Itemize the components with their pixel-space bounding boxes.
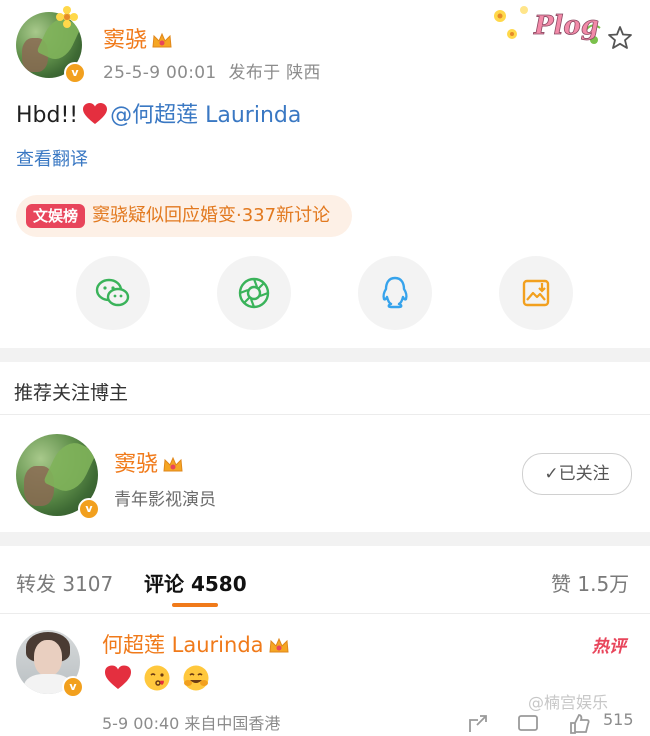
- poster-name[interactable]: 窦骁: [103, 22, 173, 54]
- recommend-name[interactable]: 窦骁: [114, 446, 184, 478]
- flower-decoration-icon: [56, 6, 78, 28]
- post-location: 发布于 陕西: [228, 63, 321, 83]
- recommend-title: 推荐关注博主: [14, 382, 129, 404]
- recommend-description: 青年影视演员: [114, 490, 216, 510]
- crown-badge-icon: [152, 32, 172, 48]
- hot-comment-label: 热评: [592, 637, 626, 657]
- tab-like[interactable]: 赞 1.5万: [551, 568, 629, 597]
- crown-badge-icon: [163, 456, 183, 472]
- plog-sticker-icon: Plog: [494, 6, 601, 44]
- plog-decoration: Plog: [486, 0, 606, 50]
- hugging-face-icon: [183, 665, 209, 691]
- hot-topic-tag: 文娱榜: [26, 204, 86, 228]
- mention-link[interactable]: @何超莲 Laurinda: [110, 103, 301, 128]
- red-heart-icon: [83, 103, 108, 124]
- commenter-name[interactable]: 何超莲 Laurinda: [102, 629, 290, 659]
- section-gap: [0, 532, 650, 546]
- wechat-icon: [95, 278, 130, 307]
- moments-icon: [238, 277, 270, 309]
- save-image-button[interactable]: [499, 256, 573, 330]
- qq-icon: [382, 276, 408, 309]
- save-image-icon: [522, 279, 550, 307]
- verified-badge-icon: v: [78, 498, 100, 520]
- kissing-face-icon: [144, 665, 170, 691]
- crown-badge-icon: [268, 637, 289, 653]
- like-icon[interactable]: [568, 712, 592, 736]
- share-wechat-button[interactable]: [76, 256, 150, 330]
- hot-topic-pill[interactable]: 文娱榜 窦骁疑似回应婚变·337新讨论: [16, 195, 352, 237]
- share-moments-button[interactable]: [217, 256, 291, 330]
- divider: [0, 414, 650, 415]
- translate-link[interactable]: 查看翻译: [16, 145, 88, 171]
- comment-meta: 5-9 00:40 来自中国香港: [102, 714, 281, 733]
- active-tab-indicator: [172, 603, 218, 607]
- verified-badge-icon: v: [64, 62, 86, 84]
- comment-emojis: [104, 664, 216, 694]
- svg-text:Plog: Plog: [533, 11, 599, 41]
- tab-comment[interactable]: 评论 4580: [144, 568, 247, 597]
- comment-like-count: 515: [603, 710, 634, 729]
- comment-icon[interactable]: [516, 712, 540, 736]
- favorite-star-icon[interactable]: [606, 24, 634, 52]
- divider: [0, 613, 650, 614]
- section-gap: [0, 348, 650, 362]
- verified-badge-icon: v: [62, 676, 84, 698]
- red-heart-icon: [105, 665, 131, 689]
- recommend-avatar[interactable]: v: [16, 434, 100, 520]
- followed-button[interactable]: ✓已关注: [522, 453, 632, 495]
- watermark: @楠宫娱乐: [528, 693, 609, 712]
- share-qq-button[interactable]: [358, 256, 432, 330]
- post-time: 25-5-9 00:01: [103, 63, 217, 83]
- share-icon[interactable]: [466, 712, 490, 736]
- hot-topic-text: 窦骁疑似回应婚变·337新讨论: [92, 205, 331, 226]
- post-text: Hbd!! @何超莲 Laurinda: [16, 103, 302, 128]
- commenter-avatar[interactable]: v: [16, 630, 84, 698]
- tab-repost[interactable]: 转发 3107: [16, 568, 113, 597]
- post-meta: 25-5-9 00:01 发布于 陕西: [103, 58, 321, 83]
